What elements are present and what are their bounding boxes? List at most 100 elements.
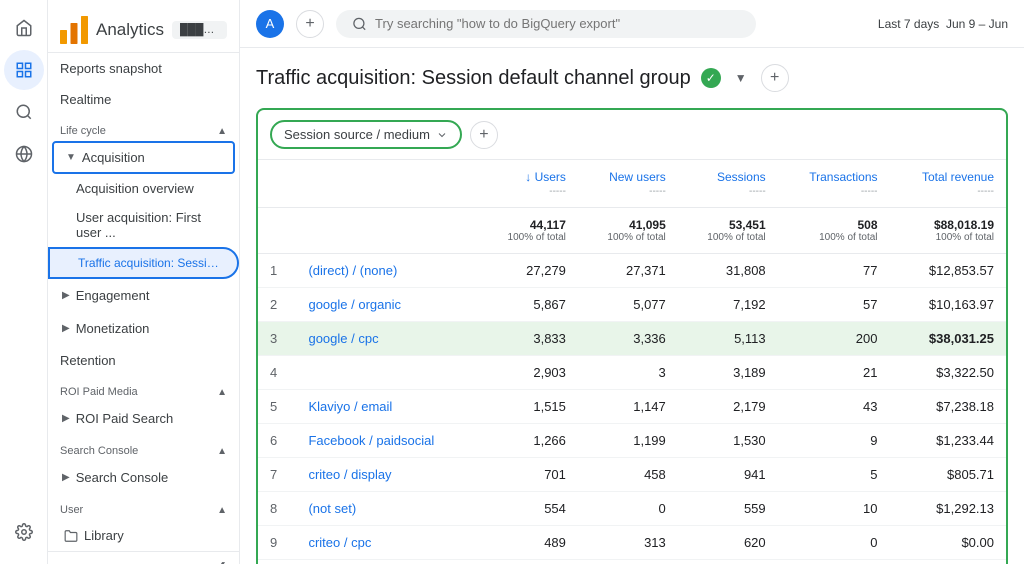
reports-icon-btn[interactable] — [4, 50, 44, 90]
row-new-users: 27,371 — [578, 254, 678, 288]
app-title: Analytics — [96, 20, 164, 40]
row-source[interactable]: Klaviyo / email — [296, 390, 478, 424]
row-sessions: 1,530 — [678, 424, 778, 458]
add-view-btn[interactable]: + — [761, 64, 789, 92]
col-revenue[interactable]: Total revenue ----- — [890, 160, 1007, 208]
row-revenue: $1,233.44 — [890, 424, 1007, 458]
row-source[interactable]: (direct) / (none) — [296, 254, 478, 288]
roi-paid-media-section[interactable]: ROI Paid Media ▲ — [48, 376, 239, 402]
row-revenue: $10,163.97 — [890, 288, 1007, 322]
icon-sidebar — [0, 0, 48, 564]
add-comparison-btn[interactable]: + — [296, 10, 324, 38]
row-num: 1 — [258, 254, 296, 288]
totals-transactions: 508 100% of total — [778, 208, 890, 254]
row-users: 489 — [478, 526, 578, 560]
row-sessions: 3,189 — [678, 356, 778, 390]
table-totals-row: 44,117 100% of total 41,095 100% of tota… — [258, 208, 1006, 254]
lifecycle-chevron: ▲ — [217, 126, 227, 137]
row-revenue: $7,238.18 — [890, 390, 1007, 424]
row-transactions: 57 — [778, 288, 890, 322]
user-avatar[interactable]: A — [256, 10, 284, 38]
filter-chip-session-source[interactable]: Session source / medium — [270, 120, 462, 149]
advertising-icon-btn[interactable] — [4, 134, 44, 174]
col-users[interactable]: ↓ Users ----- — [478, 160, 578, 208]
sidebar-item-acquisition-overview[interactable]: Acquisition overview — [48, 174, 239, 203]
sidebar-item-realtime[interactable]: Realtime — [48, 84, 239, 115]
row-source[interactable]: (not set) — [296, 492, 478, 526]
row-num: 5 — [258, 390, 296, 424]
row-num: 9 — [258, 526, 296, 560]
row-revenue: $12,853.57 — [890, 254, 1007, 288]
user-section[interactable]: User ▲ — [48, 494, 239, 520]
row-transactions: 43 — [778, 390, 890, 424]
title-dropdown-btn[interactable]: ▼ — [731, 68, 751, 88]
row-new-users: 3 — [578, 356, 678, 390]
add-filter-btn[interactable]: + — [470, 121, 498, 149]
user-chevron: ▲ — [217, 505, 227, 516]
sidebar-item-roi-paid-search[interactable]: ▶ ROI Paid Search — [48, 402, 239, 435]
totals-num — [258, 208, 296, 254]
search-input[interactable] — [375, 16, 740, 31]
date-range[interactable]: Last 7 days Jun 9 – Jun — [878, 17, 1008, 31]
table-row: 10 bing / cpc 482 497 625 20 $4,150.94 — [258, 560, 1006, 564]
row-num: 8 — [258, 492, 296, 526]
row-source[interactable]: criteo / display — [296, 458, 478, 492]
row-source[interactable] — [296, 356, 478, 390]
row-source[interactable]: Facebook / paidsocial — [296, 424, 478, 458]
col-transactions[interactable]: Transactions ----- — [778, 160, 890, 208]
col-source — [296, 160, 478, 208]
row-sessions: 559 — [678, 492, 778, 526]
sidebar-item-acquisition[interactable]: ▼ Acquisition — [52, 141, 235, 174]
row-sessions: 7,192 — [678, 288, 778, 322]
col-new-users[interactable]: New users ----- — [578, 160, 678, 208]
totals-sessions: 53,451 100% of total — [678, 208, 778, 254]
row-users: 554 — [478, 492, 578, 526]
top-bar: A + Last 7 days Jun 9 – Jun — [240, 0, 1024, 48]
home-icon-btn[interactable] — [4, 8, 44, 48]
row-transactions: 9 — [778, 424, 890, 458]
col-sessions[interactable]: Sessions ----- — [678, 160, 778, 208]
account-selector[interactable]: ████████████████ — [172, 21, 227, 39]
sidebar-item-reports-snapshot[interactable]: Reports snapshot — [48, 53, 239, 84]
table-header-row: ↓ Users ----- New users ----- — [258, 160, 1006, 208]
row-sessions: 620 — [678, 526, 778, 560]
row-source[interactable]: google / organic — [296, 288, 478, 322]
row-users: 1,266 — [478, 424, 578, 458]
engagement-expand-icon: ▶ — [62, 290, 70, 301]
row-transactions: 200 — [778, 322, 890, 356]
row-transactions: 5 — [778, 458, 890, 492]
search-console-section[interactable]: Search Console ▲ — [48, 435, 239, 461]
row-num: 7 — [258, 458, 296, 492]
explore-icon-btn[interactable] — [4, 92, 44, 132]
data-table: ↓ Users ----- New users ----- — [258, 160, 1006, 564]
row-num: 2 — [258, 288, 296, 322]
lifecycle-section[interactable]: Life cycle ▲ — [48, 115, 239, 141]
sidebar-item-search-console1[interactable]: ▶ Search Console — [48, 461, 239, 494]
row-source[interactable]: criteo / cpc — [296, 526, 478, 560]
row-new-users: 5,077 — [578, 288, 678, 322]
row-transactions: 21 — [778, 356, 890, 390]
row-new-users: 458 — [578, 458, 678, 492]
row-source[interactable]: google / cpc — [296, 322, 478, 356]
row-users: 1,515 — [478, 390, 578, 424]
col-num — [258, 160, 296, 208]
table-row: 1 (direct) / (none) 27,279 27,371 31,808… — [258, 254, 1006, 288]
filter-row: Session source / medium + — [258, 110, 1006, 160]
sidebar-item-engagement[interactable]: ▶ Engagement — [48, 279, 239, 312]
totals-label — [296, 208, 478, 254]
row-new-users: 497 — [578, 560, 678, 564]
row-new-users: 313 — [578, 526, 678, 560]
row-source[interactable]: bing / cpc — [296, 560, 478, 564]
filter-dropdown-icon — [436, 129, 448, 141]
settings-icon-btn[interactable] — [4, 512, 44, 552]
search-bar[interactable] — [336, 10, 756, 38]
sidebar-item-retention[interactable]: Retention — [48, 345, 239, 376]
sidebar-item-monetization[interactable]: ▶ Monetization — [48, 312, 239, 345]
row-sessions: 31,808 — [678, 254, 778, 288]
table-row: 4 2,903 3 3,189 21 $3,322.50 — [258, 356, 1006, 390]
sidebar-item-library[interactable]: Library — [48, 520, 239, 551]
collapse-nav-btn[interactable]: ❮ — [216, 560, 227, 564]
row-revenue: $0.00 — [890, 526, 1007, 560]
sidebar-item-user-acquisition[interactable]: User acquisition: First user ... — [48, 203, 239, 247]
sidebar-item-traffic-acquisition[interactable]: Traffic acquisition: Session... — [48, 247, 239, 279]
